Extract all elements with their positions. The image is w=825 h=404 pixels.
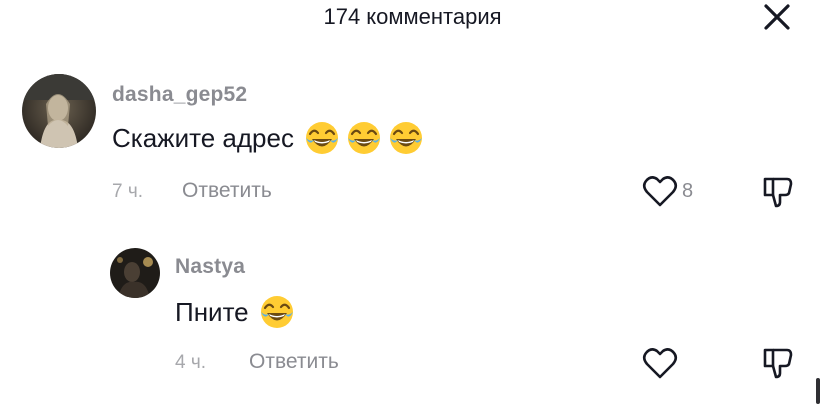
dislike-button[interactable] bbox=[761, 346, 795, 385]
comment-text: Скажите адрес bbox=[112, 118, 424, 158]
heart-outline-icon bbox=[642, 176, 678, 207]
thumbs-down-icon bbox=[763, 348, 793, 379]
close-icon bbox=[764, 4, 790, 30]
comment-timestamp: 7 ч. bbox=[112, 181, 144, 202]
scrollbar[interactable] bbox=[816, 378, 820, 404]
reply-button[interactable]: Ответить bbox=[182, 179, 272, 203]
avatar[interactable] bbox=[110, 248, 160, 298]
comment-username[interactable]: Nastya bbox=[175, 255, 245, 279]
comments-header: 174 комментария bbox=[0, 0, 825, 40]
comment-text-content: Пните bbox=[175, 296, 249, 327]
close-button[interactable] bbox=[762, 2, 792, 32]
like-button[interactable]: 8 bbox=[642, 174, 693, 208]
face-with-tears-of-joy-icon bbox=[259, 294, 295, 330]
heart-outline-icon bbox=[642, 348, 678, 379]
comment-timestamp: 4 ч. bbox=[175, 352, 207, 373]
like-count: 8 bbox=[682, 179, 694, 202]
comment-username[interactable]: dasha_gep52 bbox=[112, 83, 247, 107]
comment-text-content: Скажите адрес bbox=[112, 122, 294, 153]
face-with-tears-of-joy-icon bbox=[304, 120, 340, 156]
like-button[interactable] bbox=[642, 346, 678, 380]
reply-button[interactable]: Ответить bbox=[249, 350, 339, 374]
comment-text: Пните bbox=[175, 292, 295, 332]
comments-count-title: 174 комментария bbox=[323, 4, 502, 29]
dislike-button[interactable] bbox=[761, 175, 795, 214]
face-with-tears-of-joy-icon bbox=[388, 120, 424, 156]
avatar[interactable] bbox=[22, 74, 96, 148]
thumbs-down-icon bbox=[763, 177, 793, 208]
face-with-tears-of-joy-icon bbox=[346, 120, 382, 156]
